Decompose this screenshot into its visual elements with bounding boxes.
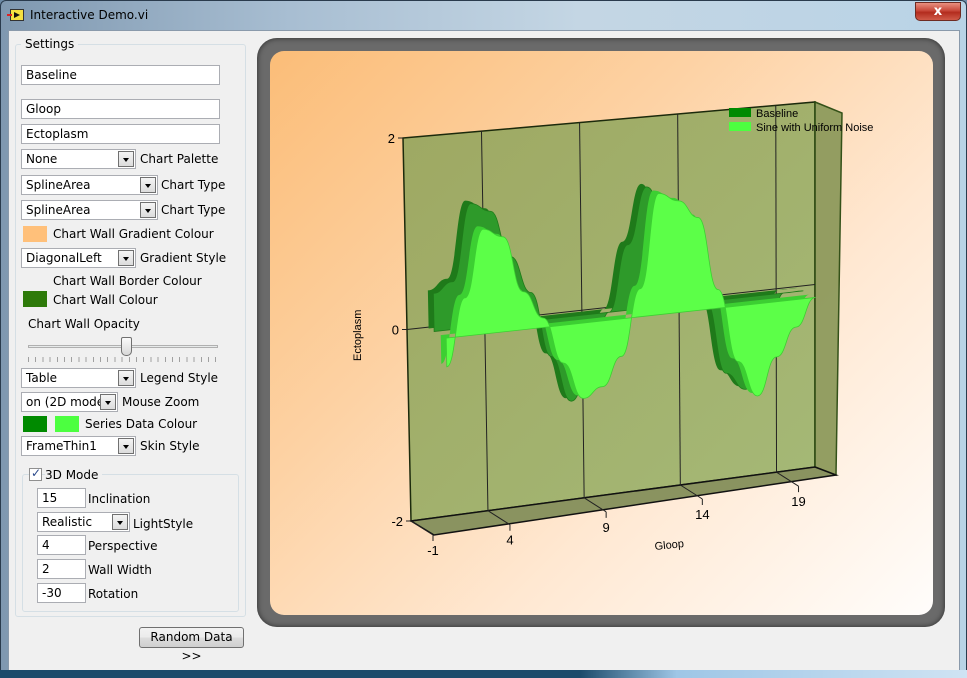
series-data-colour-label: Series Data Colour bbox=[85, 417, 198, 431]
rotation-label: Rotation bbox=[88, 587, 139, 601]
skin-style-value: FrameThin1 bbox=[26, 439, 97, 453]
wall-gradient-colour-label: Chart Wall Gradient Colour bbox=[53, 227, 214, 241]
mouse-zoom-label: Mouse Zoom bbox=[122, 395, 200, 409]
3d-mode-label: 3D Mode bbox=[45, 468, 103, 482]
series1-colour-swatch[interactable] bbox=[23, 416, 47, 432]
y-tick-label: 0 bbox=[392, 323, 399, 338]
legend-swatch-sine bbox=[729, 122, 751, 131]
y-axis-title: Ectoplasm bbox=[352, 310, 364, 361]
gradient-style-value: DiagonalLeft bbox=[26, 251, 102, 265]
legend-label-baseline: Baseline bbox=[756, 108, 798, 120]
x-tick-label: 4 bbox=[506, 533, 513, 548]
gradient-style-select[interactable]: DiagonalLeft bbox=[21, 248, 136, 268]
chart-type-2-value: SplineArea bbox=[26, 203, 91, 217]
light-style-label: LightStyle bbox=[133, 517, 194, 531]
chevron-down-icon[interactable] bbox=[112, 514, 128, 530]
wall-width-input[interactable]: 2 bbox=[37, 559, 86, 579]
chevron-down-icon[interactable] bbox=[140, 202, 156, 218]
y-tick-label: 2 bbox=[388, 131, 395, 146]
chart-type-1-label: Chart Type bbox=[161, 178, 226, 192]
wall-gradient-colour-swatch[interactable] bbox=[23, 226, 47, 242]
light-style-select[interactable]: Realistic bbox=[37, 512, 130, 532]
title-bar[interactable]: Interactive Demo.vi x bbox=[1, 1, 966, 30]
x-tick-label: 19 bbox=[791, 494, 805, 509]
chart-palette-select[interactable]: None bbox=[21, 149, 136, 169]
series-name-input[interactable]: Baseline bbox=[21, 65, 220, 85]
chart-type-select-1[interactable]: SplineArea bbox=[21, 175, 158, 195]
x-tick-label: 9 bbox=[603, 520, 610, 535]
skin-style-label: Skin Style bbox=[140, 439, 200, 453]
mouse-zoom-value: on (2D mode bbox=[26, 395, 105, 409]
window-title: Interactive Demo.vi bbox=[30, 8, 149, 22]
inclination-label: Inclination bbox=[88, 492, 151, 506]
taskbar-strip bbox=[0, 670, 967, 678]
wall-border-colour-label: Chart Wall Border Colour bbox=[53, 274, 202, 288]
chevron-down-icon[interactable] bbox=[100, 394, 116, 410]
chevron-down-icon[interactable] bbox=[118, 250, 134, 266]
y-tick-label: -2 bbox=[391, 514, 403, 529]
settings-group-title: Settings bbox=[21, 37, 79, 51]
light-style-value: Realistic bbox=[42, 515, 93, 529]
chart-3d[interactable]: -2 0 2 -1 4 9 14 19 Gloop Ectoplasm Baseline Si… bbox=[270, 51, 933, 615]
random-data-button[interactable]: Random Data >> bbox=[139, 627, 244, 663]
wall-width-label: Wall Width bbox=[88, 563, 152, 577]
close-icon: x bbox=[933, 4, 943, 19]
x-axis-title: Gloop bbox=[654, 538, 684, 553]
chart-palette-label: Chart Palette bbox=[140, 152, 219, 166]
perspective-input[interactable]: 4 bbox=[37, 535, 86, 555]
wall-colour-swatch[interactable] bbox=[23, 291, 47, 307]
wall-opacity-slider-thumb[interactable] bbox=[121, 337, 132, 356]
skin-style-select[interactable]: FrameThin1 bbox=[21, 436, 136, 456]
chart-type-2-label: Chart Type bbox=[161, 203, 226, 217]
inclination-input[interactable]: 15 bbox=[37, 488, 86, 508]
chart-palette-value: None bbox=[26, 152, 58, 166]
chevron-down-icon[interactable] bbox=[118, 151, 134, 167]
legend-swatch-baseline bbox=[729, 108, 751, 117]
close-button[interactable]: x bbox=[915, 2, 961, 21]
chart-type-1-value: SplineArea bbox=[26, 178, 91, 192]
y-axis-title-input[interactable]: Ectoplasm bbox=[21, 124, 220, 144]
x-tick-label: 14 bbox=[695, 507, 709, 522]
x-tick-label: -1 bbox=[427, 543, 439, 558]
chevron-down-icon[interactable] bbox=[118, 370, 134, 386]
3d-mode-checkbox[interactable] bbox=[29, 466, 42, 481]
wall-colour-label: Chart Wall Colour bbox=[53, 293, 158, 307]
wall-opacity-label: Chart Wall Opacity bbox=[28, 317, 140, 331]
legend-style-label: Legend Style bbox=[140, 371, 219, 385]
chart-side-wall bbox=[814, 100, 843, 477]
mouse-zoom-select[interactable]: on (2D mode bbox=[21, 392, 118, 412]
chevron-down-icon[interactable] bbox=[118, 438, 134, 454]
chevron-down-icon[interactable] bbox=[140, 177, 156, 193]
legend-label-sine: Sine with Uniform Noise bbox=[756, 122, 873, 134]
rotation-input[interactable]: -30 bbox=[37, 583, 86, 603]
chart-type-select-2[interactable]: SplineArea bbox=[21, 200, 158, 220]
series2-colour-swatch[interactable] bbox=[55, 416, 79, 432]
legend-style-select[interactable]: Table bbox=[21, 368, 136, 388]
x-axis-title-input[interactable]: Gloop bbox=[21, 99, 220, 119]
gradient-style-label: Gradient Style bbox=[140, 251, 227, 265]
chart-background: -2 0 2 -1 4 9 14 19 Gloop Ectoplasm Baseline Si… bbox=[270, 51, 933, 615]
legend-style-value: Table bbox=[26, 371, 58, 385]
perspective-label: Perspective bbox=[88, 539, 158, 553]
slider-ticks bbox=[28, 357, 218, 362]
labview-vi-icon bbox=[7, 9, 24, 21]
